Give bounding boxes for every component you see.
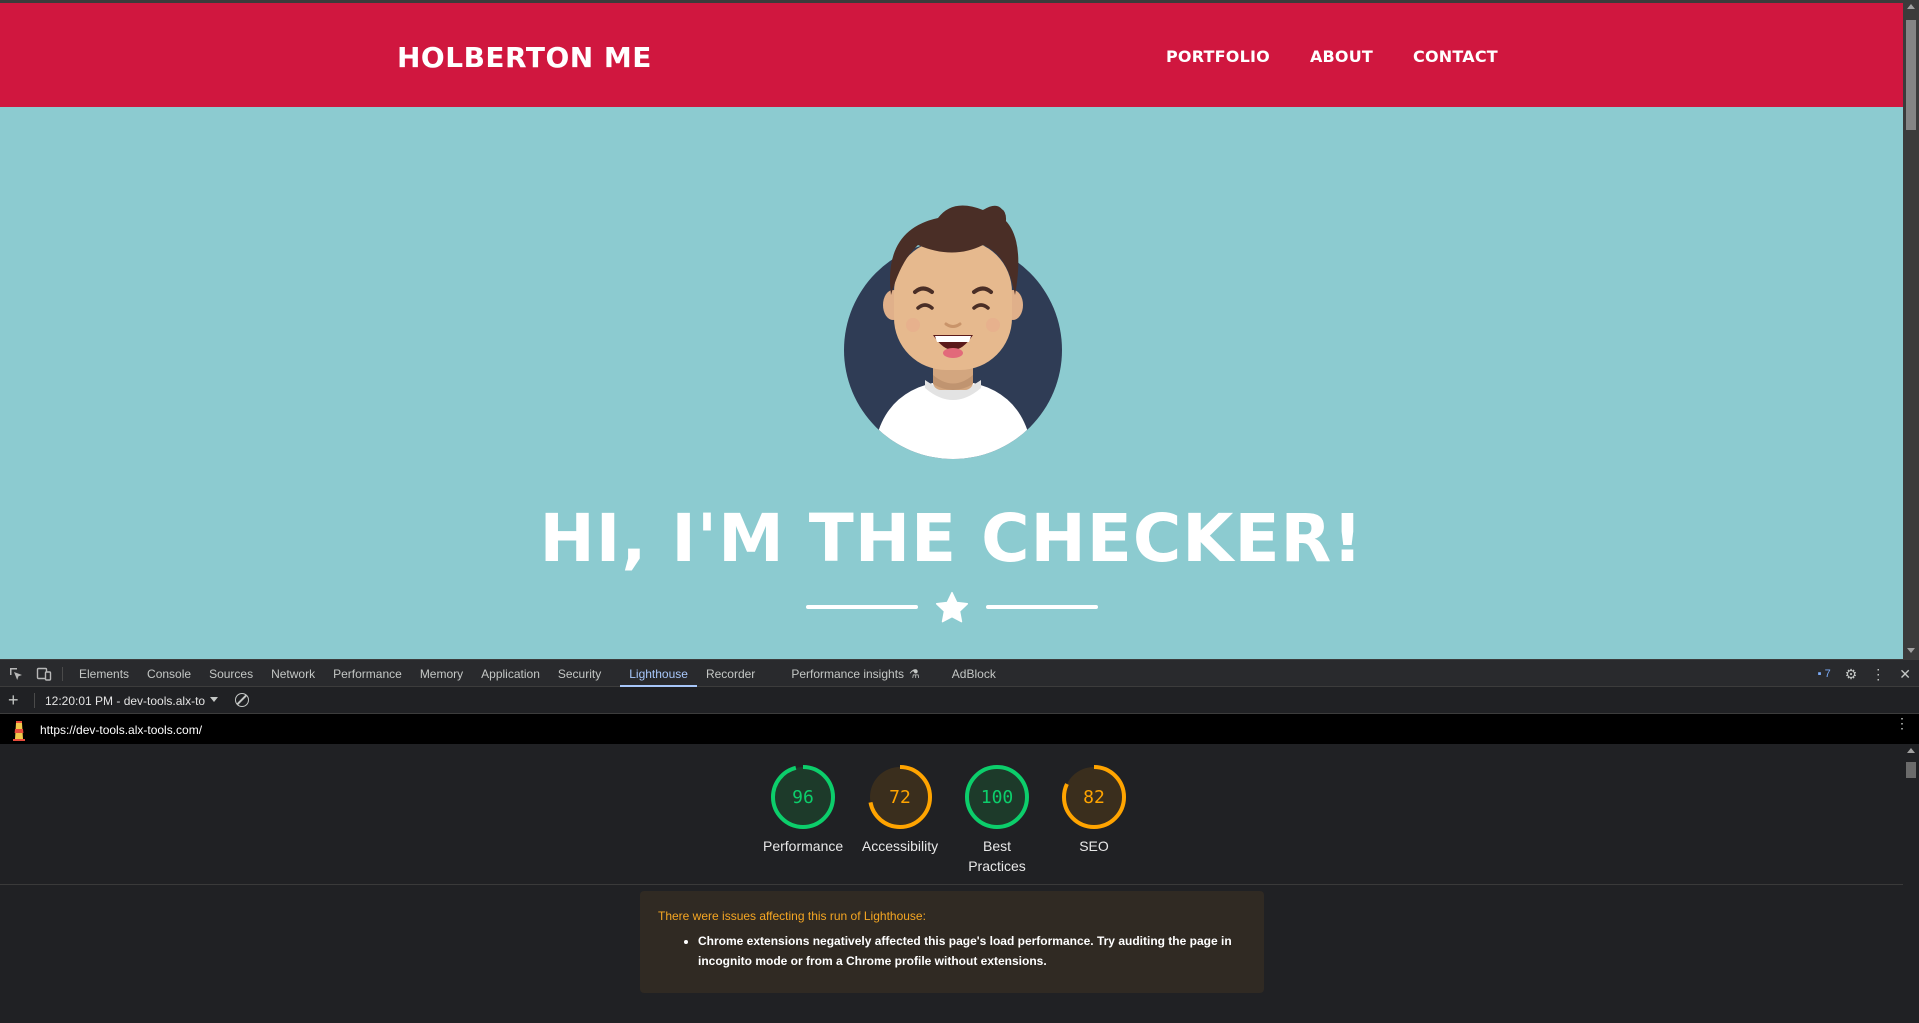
chevron-down-icon[interactable] xyxy=(210,697,218,702)
scroll-down-icon[interactable] xyxy=(1907,648,1915,653)
gauge-label: Performance xyxy=(763,838,844,854)
toolbar-separator xyxy=(34,693,35,708)
warning-item: Chrome extensions negatively affected th… xyxy=(698,931,1246,971)
nav-contact[interactable]: CONTACT xyxy=(1413,47,1498,66)
tab-console[interactable]: Console xyxy=(138,660,200,687)
tab-application[interactable]: Application xyxy=(472,660,549,687)
tab-security[interactable]: Security xyxy=(549,660,610,687)
gauge-seo[interactable]: 82 SEO xyxy=(1054,764,1134,876)
devtools-tabs: Elements Console Sources Network Perform… xyxy=(70,660,1005,688)
warning-list: Chrome extensions negatively affected th… xyxy=(698,931,1246,971)
lighthouse-toolbar: + 12:20:01 PM - dev-tools.alx-to xyxy=(0,687,1919,714)
clear-reports-icon[interactable] xyxy=(235,693,249,707)
device-toolbar-icon[interactable] xyxy=(36,666,52,682)
issues-badge[interactable]: ▪ 7 xyxy=(1818,668,1831,680)
score-ring: 100 xyxy=(965,765,1029,829)
report-selector[interactable]: 12:20:01 PM - dev-tools.alx-to xyxy=(45,694,205,708)
inspect-element-icon[interactable] xyxy=(8,666,24,682)
page-scrollbar[interactable] xyxy=(1903,0,1919,659)
score-ring: 96 xyxy=(771,765,835,829)
tab-performance[interactable]: Performance xyxy=(324,660,411,687)
tab-performance-insights[interactable]: Performance insights ⚗ xyxy=(782,660,928,687)
avatar-image xyxy=(844,205,1062,459)
tab-performance-insights-label: Performance insights xyxy=(791,667,905,681)
tab-memory[interactable]: Memory xyxy=(411,660,472,687)
flask-icon: ⚗ xyxy=(909,667,920,681)
report-scrollbar[interactable] xyxy=(1903,744,1919,1023)
report-divider xyxy=(0,884,1903,885)
star-divider xyxy=(806,590,1098,624)
scrollbar-thumb[interactable] xyxy=(1906,762,1916,778)
tab-lighthouse[interactable]: Lighthouse xyxy=(620,660,697,687)
devtools-panel: Elements Console Sources Network Perform… xyxy=(0,659,1919,1023)
devtools-tabbar: Elements Console Sources Network Perform… xyxy=(0,659,1919,687)
site-nav: PORTFOLIO ABOUT CONTACT xyxy=(1166,47,1498,66)
scroll-up-icon[interactable] xyxy=(1907,748,1915,753)
gauge-label: Best Practices xyxy=(968,838,1026,874)
new-report-plus-icon[interactable]: + xyxy=(8,690,19,710)
site-header: HOLBERTON ME PORTFOLIO ABOUT CONTACT xyxy=(0,3,1903,107)
nav-about[interactable]: ABOUT xyxy=(1310,47,1373,66)
score-gauges: 96 Performance 72 Accessibility 100 Best… xyxy=(763,764,1134,876)
tab-sources[interactable]: Sources xyxy=(200,660,262,687)
tab-network[interactable]: Network xyxy=(262,660,324,687)
scroll-up-icon[interactable] xyxy=(1907,4,1915,9)
lighthouse-report: 96 Performance 72 Accessibility 100 Best… xyxy=(0,744,1903,1023)
report-url-bar: https://dev-tools.alx-tools.com/ ⋮ xyxy=(0,714,1919,744)
report-menu-icon[interactable]: ⋮ xyxy=(1895,716,1909,730)
scrollbar-thumb[interactable] xyxy=(1906,20,1916,130)
nav-portfolio[interactable]: PORTFOLIO xyxy=(1166,47,1270,66)
devtools-actions: ▪ 7 ⚙ ⋮ ✕ xyxy=(1818,666,1911,682)
browser-page: HOLBERTON ME PORTFOLIO ABOUT CONTACT HI,… xyxy=(0,0,1919,1023)
tabbar-separator xyxy=(62,667,63,681)
gauge-accessibility[interactable]: 72 Accessibility xyxy=(860,764,940,876)
tab-adblock[interactable]: AdBlock xyxy=(943,660,1005,687)
gauge-best-practices[interactable]: 100 Best Practices xyxy=(957,764,1037,876)
report-url[interactable]: https://dev-tools.alx-tools.com/ xyxy=(40,723,202,737)
close-icon[interactable]: ✕ xyxy=(1899,666,1911,682)
issues-count: 7 xyxy=(1824,668,1831,680)
score-ring: 82 xyxy=(1062,765,1126,829)
gauge-label: SEO xyxy=(1079,838,1109,854)
hero-title: HI, I'M THE CHECKER! xyxy=(539,500,1364,577)
score-value: 100 xyxy=(981,787,1014,808)
score-value: 96 xyxy=(792,787,814,808)
score-value: 82 xyxy=(1083,787,1105,808)
settings-gear-icon[interactable]: ⚙ xyxy=(1845,666,1858,682)
star-icon xyxy=(935,591,969,623)
gauge-label: Accessibility xyxy=(861,838,939,854)
divider-line-left xyxy=(806,605,918,609)
warning-box: There were issues affecting this run of … xyxy=(640,891,1264,993)
more-options-icon[interactable]: ⋮ xyxy=(1871,666,1885,682)
gauge-performance[interactable]: 96 Performance xyxy=(763,764,843,876)
score-value: 72 xyxy=(889,787,911,808)
warning-title: There were issues affecting this run of … xyxy=(658,909,926,923)
divider-line-right xyxy=(986,605,1098,609)
website-viewport: HOLBERTON ME PORTFOLIO ABOUT CONTACT HI,… xyxy=(0,0,1919,659)
issues-icon: ▪ xyxy=(1817,668,1825,680)
score-ring: 72 xyxy=(868,765,932,829)
tab-recorder[interactable]: Recorder xyxy=(697,660,764,687)
lighthouse-logo-icon xyxy=(13,721,25,741)
tab-elements[interactable]: Elements xyxy=(70,660,138,687)
site-brand[interactable]: HOLBERTON ME xyxy=(397,41,652,74)
